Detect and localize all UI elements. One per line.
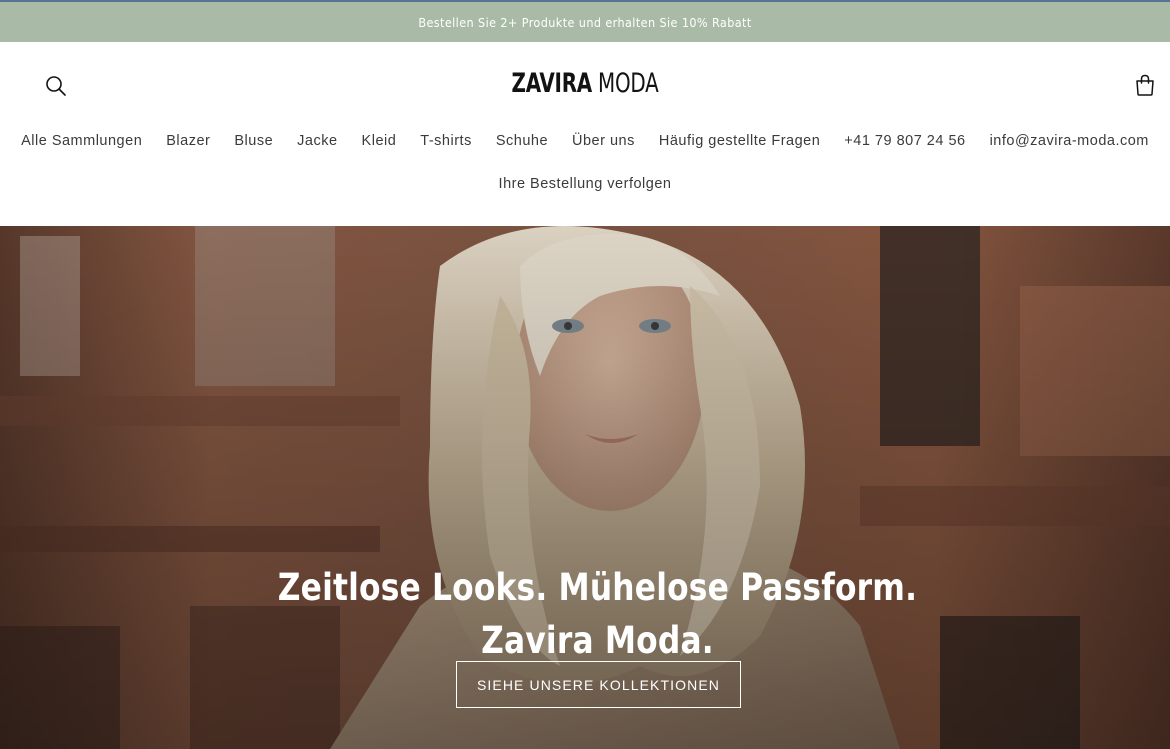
secondary-nav: Ihre Bestellung verfolgen xyxy=(0,174,1170,194)
cart-button[interactable] xyxy=(1130,70,1160,100)
site-header: ZAVIRA MODA Alle Sammlungen Blazer Bluse… xyxy=(0,42,1170,226)
nav-item-track-order[interactable]: Ihre Bestellung verfolgen xyxy=(487,174,684,194)
hero-heading: Zeitlose Looks. Mühelose Passform. Zavir… xyxy=(277,565,918,662)
nav-item-blazer[interactable]: Blazer xyxy=(154,131,222,151)
logo-light: MODA xyxy=(598,68,659,99)
nav-item-t-shirts[interactable]: T-shirts xyxy=(408,131,484,151)
nav-item-bluse[interactable]: Bluse xyxy=(222,131,285,151)
main-nav: Alle Sammlungen Blazer Bluse Jacke Kleid… xyxy=(0,131,1170,151)
hero-collections-button[interactable]: SIEHE UNSERE KOLLEKTIONEN xyxy=(456,661,741,708)
nav-item-email[interactable]: info@zavira-moda.com xyxy=(978,131,1161,151)
nav-item-alle-sammlungen[interactable]: Alle Sammlungen xyxy=(9,131,154,151)
cart-icon xyxy=(1136,74,1154,96)
search-button[interactable] xyxy=(42,72,70,100)
nav-item-jacke[interactable]: Jacke xyxy=(285,131,349,151)
announcement-bar: Bestellen Sie 2+ Produkte und erhalten S… xyxy=(0,0,1170,42)
announcement-text: Bestellen Sie 2+ Produkte und erhalten S… xyxy=(418,14,752,30)
logo-bold: ZAVIRA xyxy=(511,68,592,99)
nav-item-ueber-uns[interactable]: Über uns xyxy=(560,131,647,151)
site-logo[interactable]: ZAVIRA MODA xyxy=(105,66,1064,102)
nav-item-schuhe[interactable]: Schuhe xyxy=(484,131,560,151)
nav-item-faq[interactable]: Häufig gestellte Fragen xyxy=(647,131,832,151)
nav-item-phone[interactable]: +41 79 807 24 56 xyxy=(832,131,977,151)
hero-banner: Zeitlose Looks. Mühelose Passform. Zavir… xyxy=(0,226,1170,749)
search-icon xyxy=(46,76,66,96)
nav-item-kleid[interactable]: Kleid xyxy=(350,131,409,151)
